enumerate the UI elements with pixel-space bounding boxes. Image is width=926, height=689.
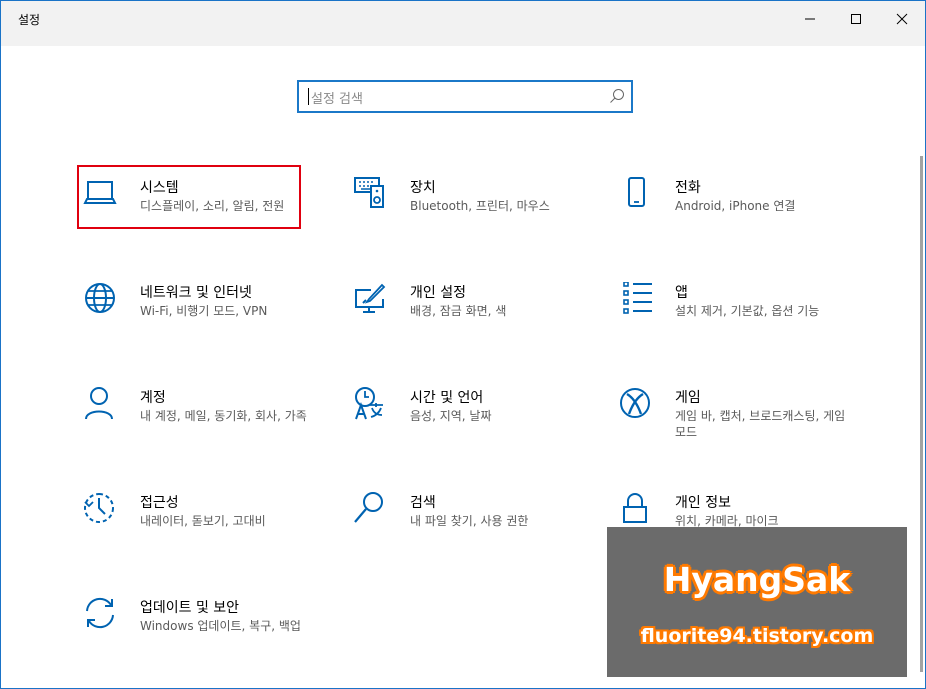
globe-icon xyxy=(83,282,123,322)
tile-search[interactable]: 검색 내 파일 찾기, 사용 권한 xyxy=(353,492,583,552)
paint-monitor-icon xyxy=(353,282,393,322)
tile-network-desc: Wi-Fi, 비행기 모드, VPN xyxy=(140,304,268,318)
tile-apps-name: 앱 xyxy=(675,285,688,301)
tile-ease-of-access-desc: 내레이터, 돋보기, 고대비 xyxy=(140,514,266,528)
tile-search-desc: 내 파일 찾기, 사용 권한 xyxy=(410,514,529,528)
clock-language-icon xyxy=(353,387,393,427)
tile-personalization-name: 개인 설정 xyxy=(410,285,466,301)
selection-highlight xyxy=(77,165,301,229)
close-icon xyxy=(896,13,908,25)
search-icon[interactable] xyxy=(609,88,625,108)
lock-icon xyxy=(618,492,658,532)
tile-personalization-desc: 배경, 잠금 화면, 색 xyxy=(410,304,507,318)
maximize-button[interactable] xyxy=(833,1,879,37)
tile-gaming[interactable]: 게임 게임 바, 캡처, 브로드캐스팅, 게임 모드 xyxy=(618,387,848,447)
person-icon xyxy=(83,387,123,427)
tile-accounts[interactable]: 계정 내 계정, 메일, 동기화, 회사, 가족 xyxy=(83,387,313,447)
tile-phone[interactable]: 전화 Android, iPhone 연결 xyxy=(618,177,848,237)
tile-time-language-desc: 음성, 지역, 날짜 xyxy=(410,409,492,423)
tile-gaming-name: 게임 xyxy=(675,390,701,406)
search-placeholder: 설정 검색 xyxy=(311,92,363,107)
tile-network-name: 네트워크 및 인터넷 xyxy=(140,285,252,301)
tile-privacy-name: 개인 정보 xyxy=(675,495,731,511)
tile-devices[interactable]: 장치 Bluetooth, 프린터, 마우스 xyxy=(353,177,583,237)
tile-time-language[interactable]: 시간 및 언어 음성, 지역, 날짜 xyxy=(353,387,583,447)
phone-icon xyxy=(618,177,658,217)
minimize-button[interactable] xyxy=(787,1,833,37)
window-title: 설정 xyxy=(18,13,41,27)
tile-apps-desc: 설치 제거, 기본값, 옵션 기능 xyxy=(675,304,820,318)
tile-devices-desc: Bluetooth, 프린터, 마우스 xyxy=(410,199,550,213)
tile-accounts-name: 계정 xyxy=(140,390,166,406)
tile-phone-desc: Android, iPhone 연결 xyxy=(675,199,796,213)
watermark: HyangSak fluorite94.tistory.com xyxy=(607,527,907,677)
tile-personalization[interactable]: 개인 설정 배경, 잠금 화면, 색 xyxy=(353,282,583,342)
watermark-title: HyangSak xyxy=(663,560,851,599)
tile-update-security-desc: Windows 업데이트, 복구, 백업 xyxy=(140,619,301,633)
tile-phone-name: 전화 xyxy=(675,180,701,196)
text-caret xyxy=(308,88,309,105)
minimize-icon xyxy=(805,18,815,20)
title-bar[interactable]: 설정 xyxy=(1,1,925,46)
tile-update-security[interactable]: 업데이트 및 보안 Windows 업데이트, 복구, 백업 xyxy=(83,597,313,657)
magnifier-icon xyxy=(353,492,393,532)
tile-update-security-name: 업데이트 및 보안 xyxy=(140,600,240,616)
keyboard-speaker-icon xyxy=(353,177,393,217)
xbox-icon xyxy=(618,387,658,427)
watermark-url: fluorite94.tistory.com xyxy=(640,625,874,647)
tile-network[interactable]: 네트워크 및 인터넷 Wi-Fi, 비행기 모드, VPN xyxy=(83,282,313,342)
tile-search-name: 검색 xyxy=(410,495,436,511)
tile-gaming-desc: 게임 바, 캡처, 브로드캐스팅, 게임 모드 xyxy=(675,409,846,439)
app-list-icon xyxy=(618,281,658,322)
tile-ease-of-access[interactable]: 접근성 내레이터, 돋보기, 고대비 xyxy=(83,492,313,552)
tile-apps[interactable]: 앱 설치 제거, 기본값, 옵션 기능 xyxy=(618,281,848,342)
search-input[interactable]: 설정 검색 xyxy=(297,80,633,113)
maximize-icon xyxy=(851,14,861,24)
tile-time-language-name: 시간 및 언어 xyxy=(410,390,484,406)
tile-devices-name: 장치 xyxy=(410,180,436,196)
settings-window: 설정 설정 검색 시스템 디스플레이, 소리, 알림, 전원 장치 Blueto… xyxy=(0,0,926,689)
close-button[interactable] xyxy=(879,1,925,37)
tile-accounts-desc: 내 계정, 메일, 동기화, 회사, 가족 xyxy=(140,409,307,423)
tile-ease-of-access-name: 접근성 xyxy=(140,495,179,511)
ease-of-access-icon xyxy=(83,492,123,532)
sync-icon xyxy=(83,597,123,637)
scrollbar-thumb[interactable] xyxy=(920,156,923,672)
